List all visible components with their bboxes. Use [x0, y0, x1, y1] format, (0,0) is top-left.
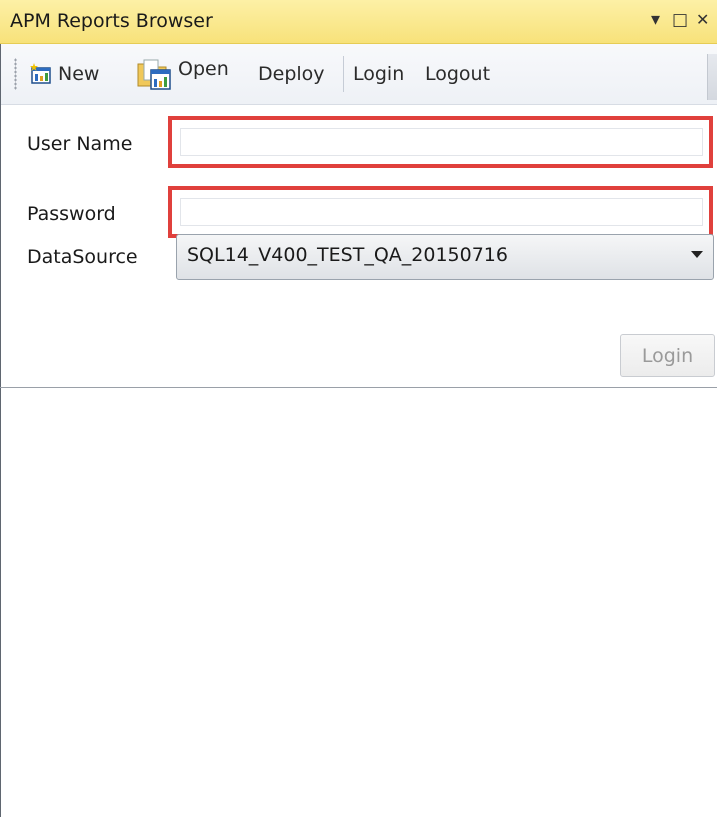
login-toolbar-button[interactable]: Login	[353, 44, 404, 104]
username-field-highlight	[168, 116, 713, 168]
toolbar-overflow-handle[interactable]	[707, 54, 717, 100]
login-button[interactable]: Login	[620, 334, 715, 377]
username-label: User Name	[27, 133, 133, 155]
new-label: New	[58, 63, 100, 85]
window-title: APM Reports Browser	[10, 10, 213, 32]
datasource-select[interactable]: SQL14_V400_TEST_QA_20150716	[176, 234, 714, 280]
deploy-label: Deploy	[258, 63, 325, 85]
logout-label: Logout	[425, 63, 491, 85]
maximize-icon[interactable]: □	[672, 8, 688, 32]
password-field-highlight	[168, 186, 713, 238]
datasource-selected-value: SQL14_V400_TEST_QA_20150716	[187, 244, 508, 266]
new-report-icon	[30, 63, 52, 85]
chevron-down-icon	[691, 251, 703, 258]
username-input[interactable]	[180, 128, 703, 156]
window-menu-dropdown-icon[interactable]: ▾	[651, 8, 660, 32]
new-button[interactable]: New	[30, 44, 99, 104]
title-bar: APM Reports Browser ▾ □ ✕	[0, 0, 717, 44]
open-report-icon	[136, 56, 172, 92]
reports-content-area[interactable]	[1, 388, 717, 817]
deploy-button[interactable]: Deploy	[258, 44, 325, 104]
open-label: Open	[178, 58, 229, 80]
password-input[interactable]	[180, 198, 703, 226]
toolbar-grip[interactable]	[14, 58, 17, 90]
reports-browser-panel: APM Reports Browser ▾ □ ✕ New Open Deplo…	[0, 0, 717, 817]
logout-button[interactable]: Logout	[425, 44, 490, 104]
datasource-label: DataSource	[27, 246, 138, 268]
login-toolbar-label: Login	[353, 63, 405, 85]
toolbar-separator	[343, 56, 344, 92]
close-icon[interactable]: ✕	[696, 8, 709, 32]
password-label: Password	[27, 203, 116, 225]
toolbar: New Open Deploy Login Logout	[0, 44, 717, 105]
open-button[interactable]: Open	[136, 44, 229, 104]
